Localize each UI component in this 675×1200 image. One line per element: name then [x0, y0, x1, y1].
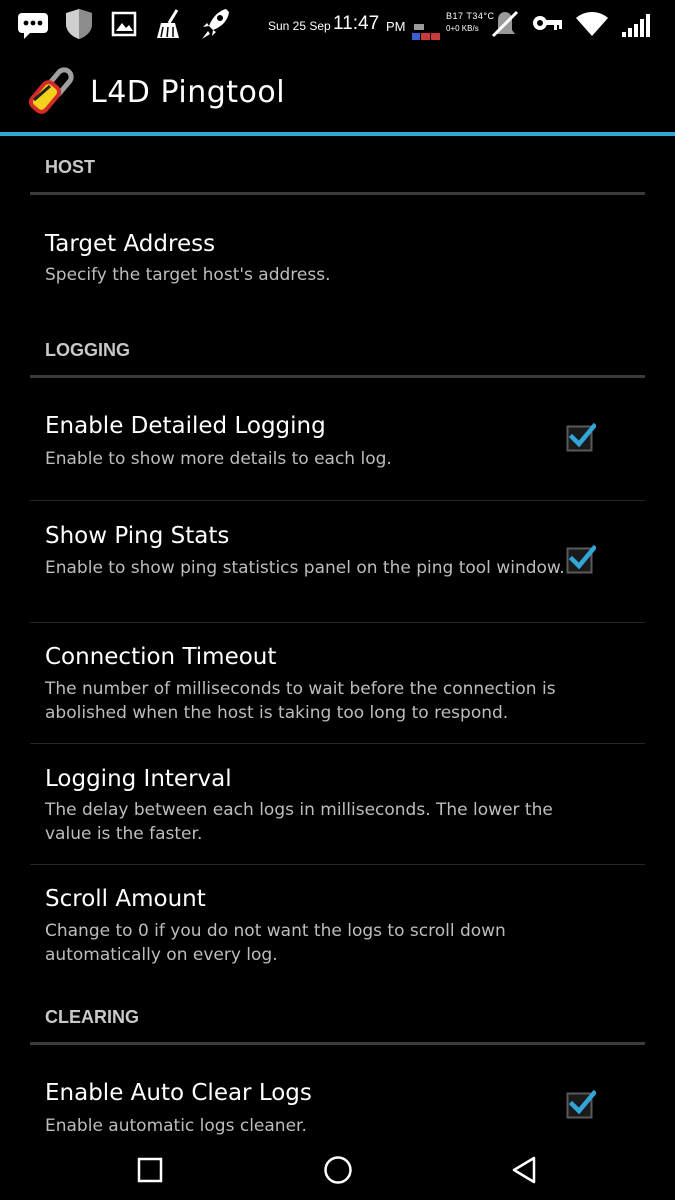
status-bar: Sun 25 Sep 11:47 PM B17 T34°C 0+0 KB/s: [0, 0, 675, 50]
pref-scroll-amount[interactable]: Scroll Amount Change to 0 if you do not …: [0, 865, 675, 985]
pref-summary: Enable to show ping statistics panel on …: [45, 558, 565, 578]
shield-icon: [66, 9, 92, 39]
app-logo-icon[interactable]: [26, 64, 80, 118]
pref-show-ping-stats[interactable]: Show Ping Stats Enable to show ping stat…: [0, 501, 675, 621]
pref-enable-auto-clear-logs[interactable]: Enable Auto Clear Logs Enable automatic …: [0, 1045, 675, 1140]
status-date: Sun 25 Sep: [268, 19, 331, 33]
category-header-host: HOST: [45, 157, 96, 177]
checkbox-checked[interactable]: [566, 422, 596, 452]
checkbox-checked[interactable]: [566, 544, 596, 574]
action-bar: L4D Pingtool: [0, 50, 675, 132]
pref-summary: The number of milliseconds to wait befor…: [45, 679, 556, 723]
home-circle-icon[interactable]: [316, 1148, 360, 1192]
pref-title: Scroll Amount: [45, 886, 206, 912]
pref-title: Target Address: [45, 231, 216, 257]
network-speed-line1: B17 T34°C: [446, 11, 495, 21]
category-header-logging: LOGGING: [45, 340, 130, 360]
wifi-icon: [576, 12, 608, 36]
pref-title: Logging Interval: [45, 766, 232, 792]
pref-connection-timeout[interactable]: Connection Timeout The number of millise…: [0, 623, 675, 743]
signal-icon: [622, 14, 650, 37]
key-icon: [533, 16, 562, 30]
status-time: 11:47: [333, 13, 380, 34]
pref-summary: Enable to show more details to each log.: [45, 449, 392, 469]
pref-title: Show Ping Stats: [45, 523, 230, 549]
pref-title: Enable Auto Clear Logs: [45, 1080, 312, 1106]
cleaner-broom-icon: [157, 9, 179, 38]
chat-icon: [18, 13, 48, 39]
pref-target-address[interactable]: Target Address Specify the target host's…: [0, 196, 675, 316]
preferences-list[interactable]: HOST Target Address Specify the target h…: [0, 136, 675, 1140]
pref-summary: The delay between each logs in milliseco…: [45, 800, 553, 844]
network-meter-icon: [412, 24, 440, 40]
network-speed-line2: 0+0 KB/s: [446, 24, 479, 33]
image-icon: [111, 11, 137, 37]
checkbox-checked[interactable]: [566, 1089, 596, 1119]
pref-summary: Enable automatic logs cleaner.: [45, 1116, 307, 1136]
rocket-icon: [202, 9, 229, 39]
pref-title: Enable Detailed Logging: [45, 413, 326, 439]
pref-logging-interval[interactable]: Logging Interval The delay between each …: [0, 744, 675, 864]
category-divider: [30, 192, 645, 195]
pref-summary: Specify the target host's address.: [45, 265, 331, 285]
navigation-bar: [0, 1140, 675, 1200]
status-ampm: PM: [386, 19, 406, 34]
pref-summary: Change to 0 if you do not want the logs …: [45, 921, 506, 965]
app-title: L4D Pingtool: [90, 75, 286, 110]
back-triangle-icon[interactable]: [503, 1148, 547, 1192]
pref-enable-detailed-logging[interactable]: Enable Detailed Logging Enable to show m…: [0, 378, 675, 500]
recents-square-icon[interactable]: [128, 1148, 172, 1192]
mute-icon: [491, 10, 519, 38]
category-header-clearing: CLEARING: [45, 1007, 139, 1027]
pref-title: Connection Timeout: [45, 644, 277, 670]
